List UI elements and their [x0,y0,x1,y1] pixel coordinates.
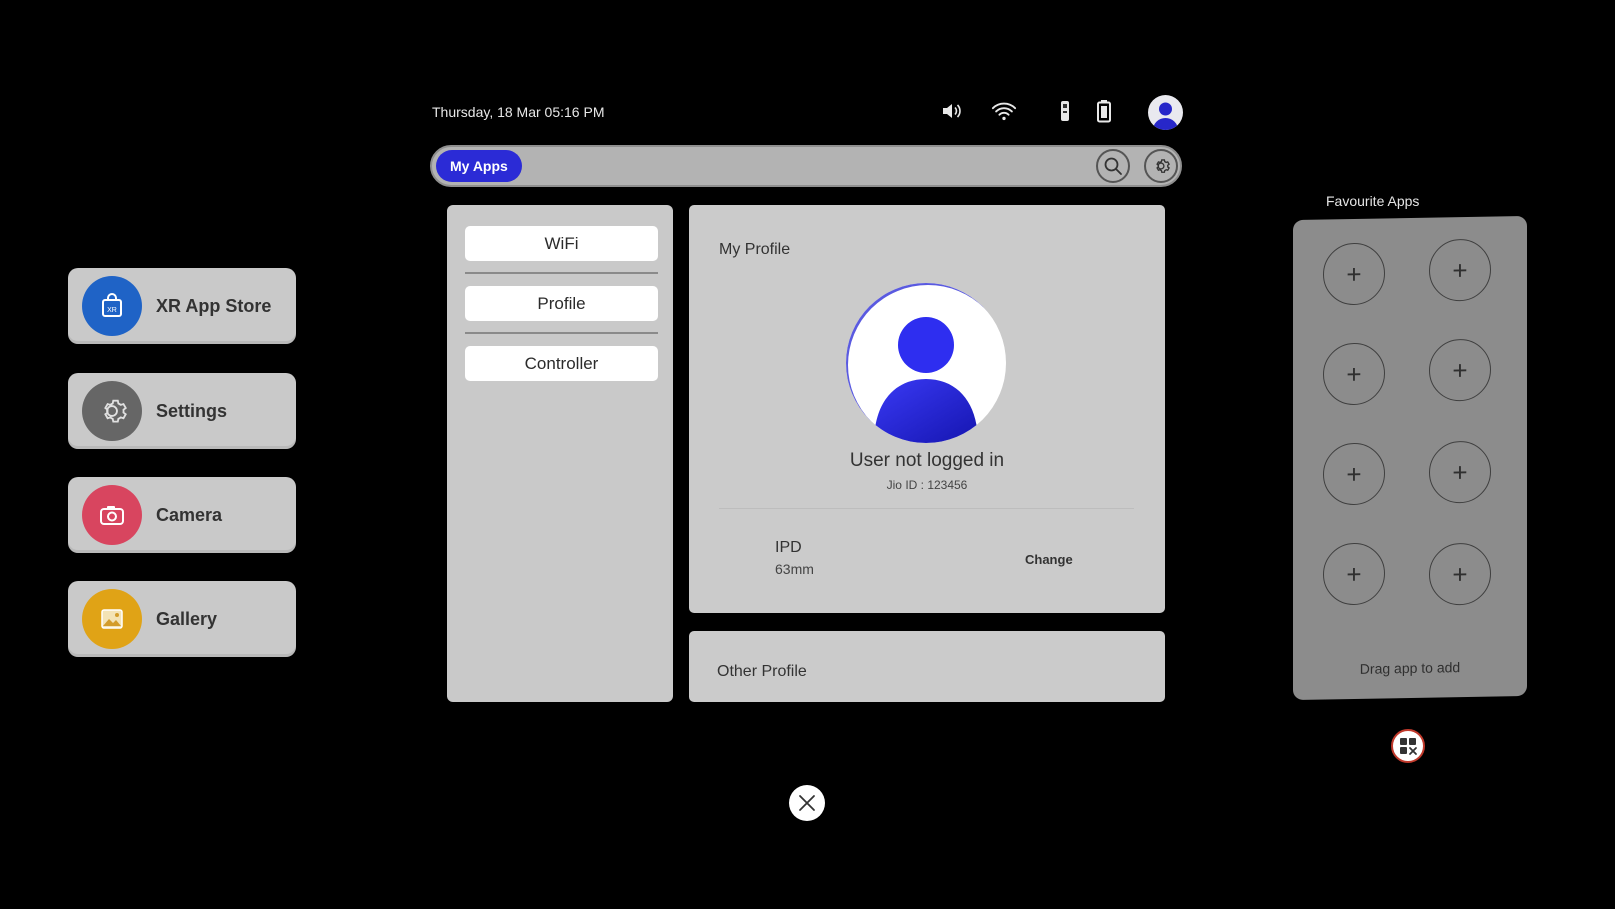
favourite-slot[interactable]: + [1429,440,1491,504]
search-button[interactable] [1096,149,1130,183]
close-icon [799,795,815,811]
search-icon [1104,157,1122,175]
profile-divider [719,508,1134,509]
change-ipd-button[interactable]: Change [1025,552,1073,567]
edit-favourites-button[interactable] [1391,729,1425,763]
plus-icon: + [1452,456,1468,487]
settings-button[interactable] [1144,149,1178,183]
menu-divider [465,332,658,334]
launcher-label: Gallery [156,608,218,629]
favourite-slot[interactable]: + [1323,342,1385,406]
ipd-label: IPD [775,539,802,556]
datetime-label: Thursday, 18 Mar 05:16 PM [432,104,605,120]
plus-icon: + [1346,258,1362,289]
launcher-xr-app-store[interactable]: XR XR App Store [68,268,296,344]
user-status-label: User not logged in [849,450,1005,471]
launcher-gallery[interactable]: Gallery [68,581,296,657]
plus-icon: + [1452,254,1468,285]
svg-text:XR: XR [107,307,117,314]
camera-icon [82,485,142,545]
favourite-slot[interactable]: + [1429,238,1491,302]
controller-icon[interactable] [1052,98,1078,124]
favourite-apps-panel: + + + + + + + + Drag app to add [1293,215,1527,701]
other-profile-title: Other Profile [717,663,807,680]
launcher-camera[interactable]: Camera [68,477,296,553]
avatar-icon [1153,102,1178,130]
plus-icon: + [1346,458,1362,489]
favourite-slot[interactable]: + [1323,542,1385,606]
my-apps-button[interactable]: My Apps [436,150,522,182]
speaker-icon[interactable] [939,98,965,124]
plus-icon: + [1346,358,1362,389]
menu-item-profile[interactable]: Profile [465,286,658,321]
close-button[interactable] [789,785,825,821]
favourite-slot[interactable]: + [1429,542,1491,606]
drag-hint-label: Drag app to add [1359,659,1461,677]
plus-icon: + [1452,354,1468,385]
gallery-icon [82,589,142,649]
grid-remove-icon [1400,738,1417,755]
favourite-slot[interactable]: + [1323,442,1385,506]
launcher-label: Settings [156,400,228,421]
menu-divider [465,272,658,274]
ipd-value: 63mm [775,561,814,577]
xr-store-icon: XR [82,276,142,336]
wifi-icon[interactable] [991,98,1017,124]
jio-id-label: Jio ID : 123456 [886,478,968,492]
app-top-bar: My Apps [430,145,1182,187]
favourite-slot[interactable]: + [1323,242,1385,306]
favourite-slot[interactable]: + [1429,338,1491,402]
profile-avatar[interactable] [846,283,1006,443]
plus-icon: + [1346,558,1362,589]
favourite-apps-title: Favourite Apps [1326,193,1420,209]
profile-title: My Profile [719,241,791,258]
my-profile-panel: My Profile User not logged in Jio ID : 1… [689,205,1165,613]
menu-item-controller[interactable]: Controller [465,346,658,381]
launcher-settings[interactable]: Settings [68,373,296,449]
plus-icon: + [1452,558,1468,589]
other-profile-panel[interactable]: Other Profile [689,631,1165,702]
settings-menu-panel: WiFi Profile Controller [447,205,673,702]
settings-gear-icon [82,381,142,441]
menu-item-wifi[interactable]: WiFi [465,226,658,261]
launcher-label: Camera [156,504,223,525]
battery-icon [1091,98,1117,124]
gear-icon [1156,159,1170,173]
launcher-label: XR App Store [156,295,272,316]
user-avatar-icon [874,317,978,443]
user-avatar[interactable] [1148,95,1183,130]
